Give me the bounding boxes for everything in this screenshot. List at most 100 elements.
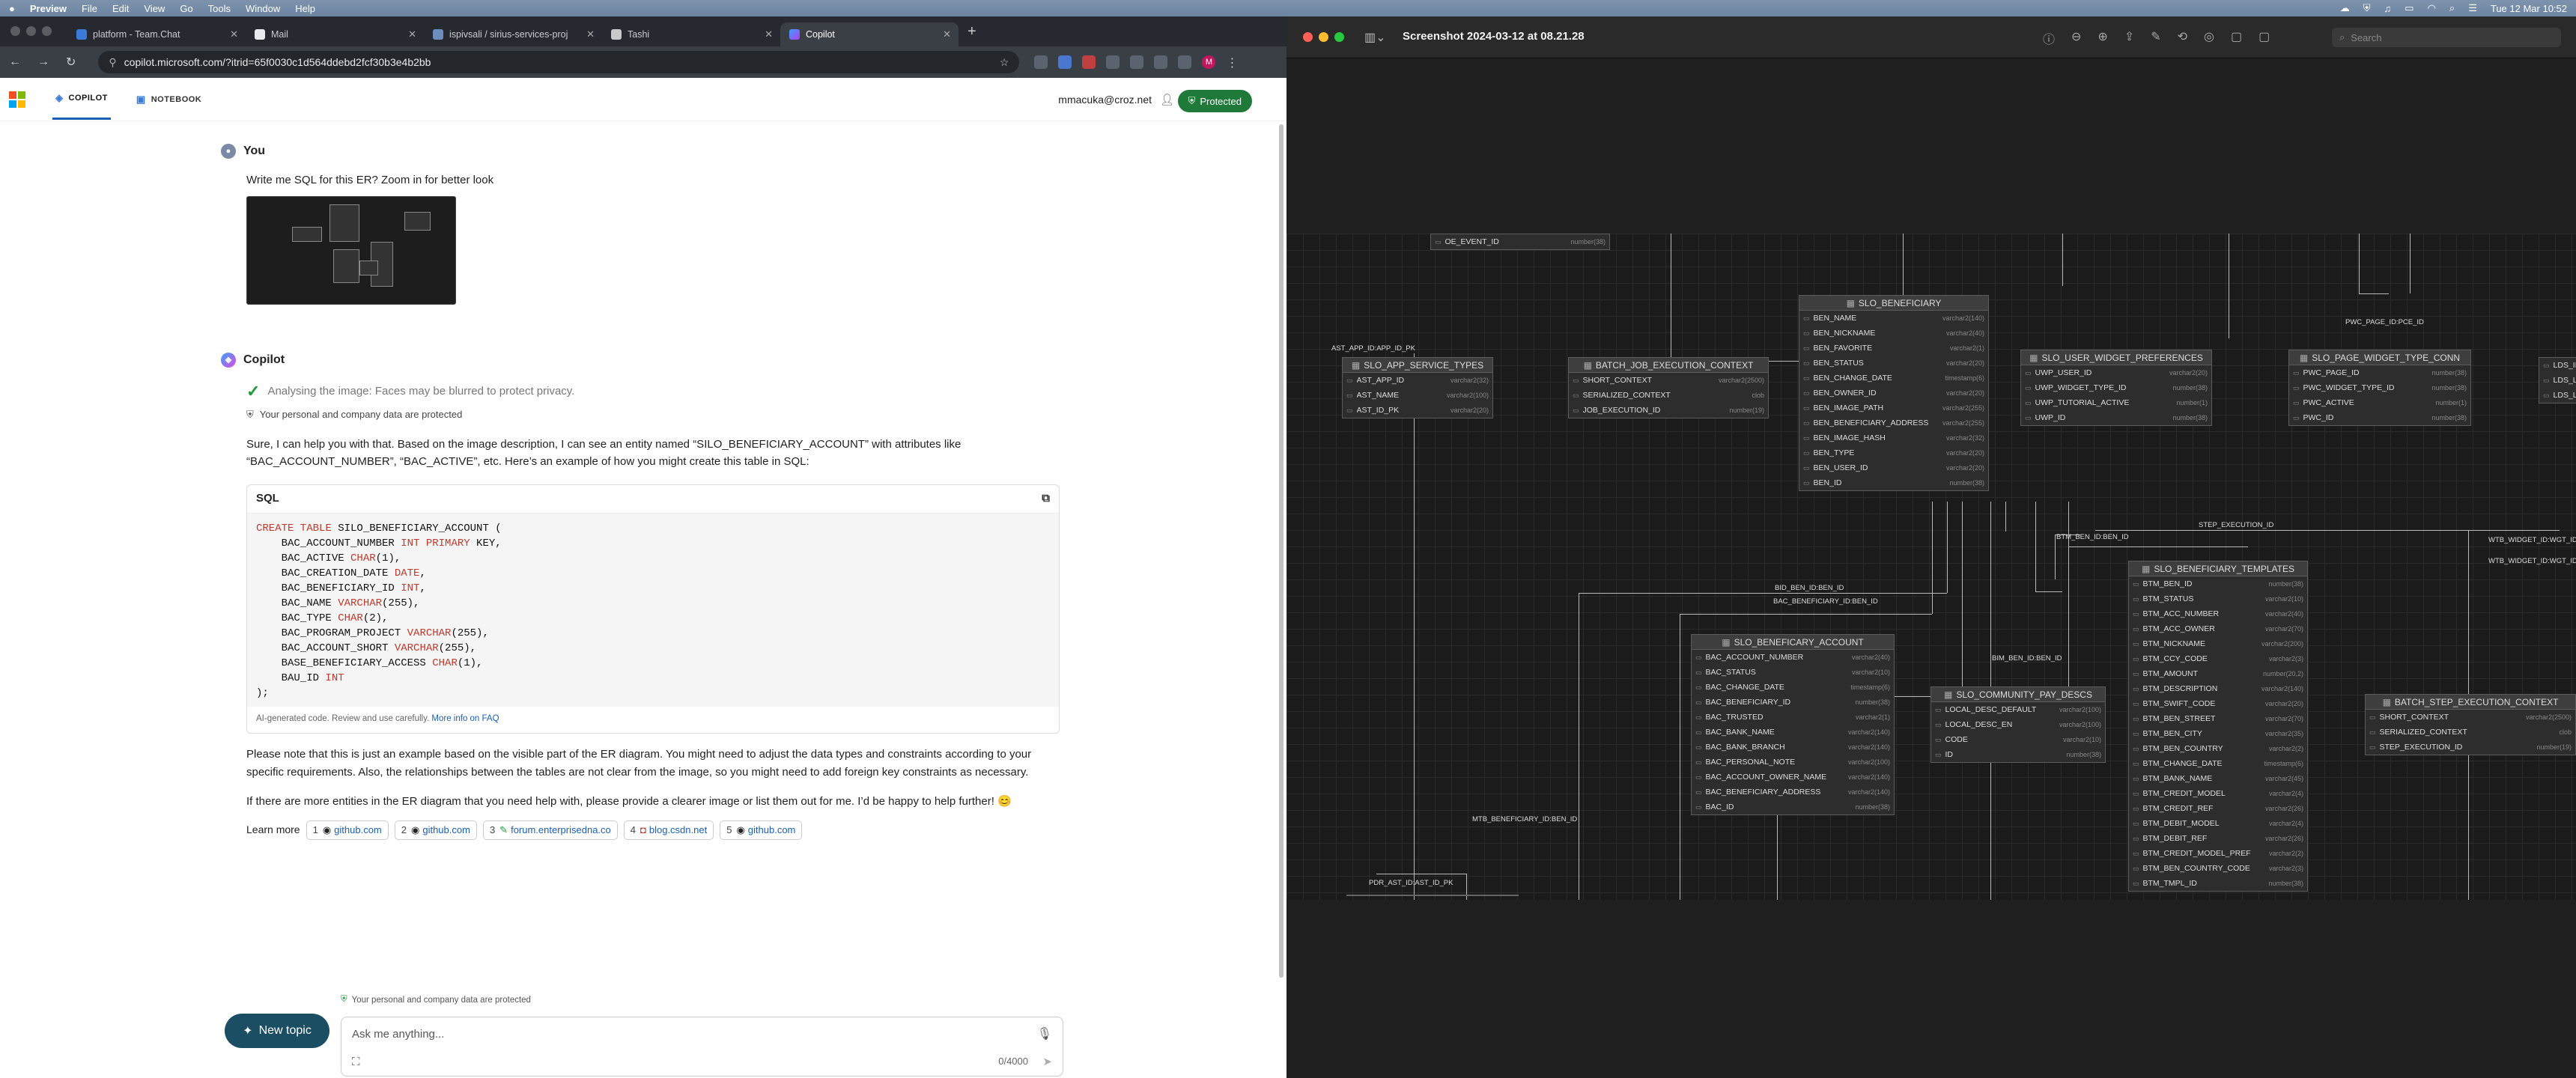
menu-go[interactable]: Go [180, 3, 192, 14]
close-tab-icon[interactable]: ✕ [765, 28, 773, 40]
source-link[interactable]: 5 ◉ github.com [720, 820, 803, 841]
scrollbar-thumb[interactable] [1279, 124, 1284, 978]
protected-badge[interactable]: ⛨ Protected [1177, 90, 1252, 112]
reload-icon[interactable]: ↻ [66, 55, 76, 70]
microphone-icon[interactable]: 🎙︎ [1037, 1026, 1052, 1041]
markup-pen-icon[interactable]: ✎ [2151, 29, 2160, 47]
markup-icon[interactable]: ◎ [2204, 29, 2214, 47]
tab-copilot-mode[interactable]: ◈ COPILOT [52, 79, 111, 120]
side-panel-icon[interactable] [1178, 55, 1192, 69]
user-icon[interactable]: 👤︎ [1160, 93, 1174, 106]
bottom-privacy-note: ⛨ Your personal and company data are prot… [341, 995, 531, 1005]
er-diagram-image[interactable]: AST_APP_ID:APP_ID_PK PWC_PAGE_ID:PCE_ID … [1287, 234, 2576, 900]
menu-tools[interactable]: Tools [208, 3, 231, 14]
close-window-button[interactable] [10, 26, 20, 36]
tab-repo[interactable]: ispivsali / sirius-services-proj ✕ [424, 22, 602, 46]
extension-icon[interactable] [1034, 55, 1048, 69]
new-tab-button[interactable]: + [967, 23, 976, 40]
close-tab-icon[interactable]: ✕ [586, 28, 595, 40]
bookmark-star-icon[interactable]: ☆ [1000, 56, 1009, 69]
window-icon[interactable]: ▢ [2231, 29, 2242, 47]
tab-copilot[interactable]: Copilot ✕ [780, 22, 959, 46]
close-tab-icon[interactable]: ✕ [408, 28, 416, 40]
column-icon: ▭ [1803, 404, 1810, 412]
zoom-window-button[interactable] [1334, 32, 1344, 42]
wifi-icon[interactable]: ◠ [2428, 2, 2436, 14]
window-icon[interactable]: ▢ [2258, 29, 2270, 47]
menu-view[interactable]: View [144, 3, 165, 14]
apple-icon[interactable]: ● [9, 3, 15, 14]
entity-column: ▭ BTM_CCY_CODE varchar2(3) [2133, 654, 2303, 663]
zoom-in-icon[interactable]: ⊕ [2097, 29, 2107, 47]
entity-column: ▭ BEN_IMAGE_HASH varchar2(32) [1803, 433, 1984, 442]
rotate-icon[interactable]: ⟲ [2178, 29, 2187, 47]
minimize-window-button[interactable] [26, 26, 36, 36]
profile-avatar[interactable]: M [1202, 55, 1216, 69]
new-topic-button[interactable]: ✦ New topic [225, 1014, 329, 1048]
control-center-icon[interactable]: ☰ [2468, 2, 2477, 14]
code-body[interactable]: CREATE TABLE SILO_BENEFICIARY_ACCOUNT ( … [247, 513, 1059, 707]
share-icon[interactable]: ⇪ [2124, 29, 2134, 47]
menu-help[interactable]: Help [295, 3, 315, 14]
er-entity: ▦ SLO_BENEFICIARY_TEMPLATES ▭ BTM_BEN_ID num… [2128, 561, 2308, 892]
source-link[interactable]: 2 ◉ github.com [394, 820, 477, 841]
zoom-out-icon[interactable]: ⊖ [2071, 29, 2081, 47]
user-email[interactable]: mmacuka@croz.net [1058, 94, 1152, 106]
search-field[interactable]: ⌕ [2332, 28, 2561, 47]
table-icon: ▦ [2382, 697, 2391, 707]
er-entity: ▦ SLO_COMMUNITY_PAY_DESCS ▭ LOCAL_DESC_DEFA… [1931, 686, 2106, 763]
back-icon[interactable]: ← [9, 55, 21, 69]
site-info-icon[interactable]: ⚲ [109, 56, 116, 69]
column-icon: ▭ [2543, 391, 2550, 399]
menu-file[interactable]: File [82, 3, 97, 14]
menu-edit[interactable]: Edit [112, 3, 129, 14]
extension-icon[interactable] [1082, 55, 1096, 69]
info-icon[interactable]: ⓘ [2043, 29, 2055, 47]
send-icon[interactable]: ➤ [1042, 1055, 1052, 1068]
relation-line [2035, 502, 2036, 591]
forward-icon[interactable]: → [37, 55, 49, 69]
entity-column: ▭ BTM_STATUS varchar2(10) [2133, 594, 2303, 603]
close-tab-icon[interactable]: ✕ [943, 28, 951, 40]
tab-tashi[interactable]: Tashi ✕ [602, 22, 780, 46]
sidebar-toggle-icon[interactable]: ▥⌄ [1364, 30, 1386, 45]
headphones-icon[interactable]: ♫ [2384, 3, 2392, 14]
close-tab-icon[interactable]: ✕ [230, 28, 238, 40]
more-menu-icon[interactable]: ⋮ [1226, 55, 1239, 70]
menu-window[interactable]: Window [246, 3, 280, 14]
source-link[interactable]: 3 ✎ forum.enterprisedna.co [482, 820, 618, 841]
battery-icon[interactable]: ▭ [2405, 2, 2414, 14]
ask-input[interactable] [352, 1028, 988, 1041]
microsoft-logo[interactable] [9, 91, 25, 108]
attached-image-thumbnail[interactable] [246, 196, 456, 305]
copilot-avatar: ◈ [221, 353, 236, 368]
tashi-favicon [611, 29, 622, 40]
cloud-icon[interactable]: ☁ [2340, 2, 2350, 14]
zoom-window-button[interactable] [42, 26, 52, 36]
search-icon[interactable]: ⌕ [2449, 2, 2455, 14]
page-scrollbar[interactable] [1278, 124, 1285, 1060]
tab-notebook-mode[interactable]: ▣ NOTEBOOK [133, 80, 204, 119]
tab-teamchat[interactable]: platform - Team.Chat ✕ [67, 22, 246, 46]
copy-code-icon[interactable]: ⧉ [1042, 490, 1050, 507]
faq-link[interactable]: More info on FAQ [431, 714, 499, 723]
download-icon[interactable] [1130, 55, 1144, 69]
source-link[interactable]: 4 ◘ blog.csdn.net [623, 820, 714, 841]
relation-line [2062, 234, 2063, 286]
address-bar[interactable]: ⚲ copilot.microsoft.com/?itrid=65f0030c1… [98, 51, 1020, 73]
close-window-button[interactable] [1303, 32, 1313, 42]
source-link[interactable]: 1 ◉ github.com [306, 820, 389, 841]
puzzle-icon[interactable] [1154, 55, 1168, 69]
add-image-icon[interactable]: ⛶ [352, 1056, 360, 1068]
translate-icon[interactable] [1058, 55, 1072, 69]
minimize-window-button[interactable] [1319, 32, 1328, 42]
tab-mail[interactable]: Mail ✕ [246, 22, 424, 46]
entity-column: ▭ SERIALIZED_CONTEXT clob [1573, 391, 1764, 400]
menu-app-name[interactable]: Preview [30, 3, 67, 14]
search-input[interactable] [2351, 31, 2546, 43]
extension-icon[interactable] [1106, 55, 1120, 69]
menubar-clock[interactable]: Tue 12 Mar 10:52 [2491, 3, 2567, 14]
column-icon: ▭ [2543, 376, 2550, 384]
column-icon: ▭ [2133, 654, 2139, 663]
shield-icon[interactable]: ⛨ [2363, 2, 2371, 14]
